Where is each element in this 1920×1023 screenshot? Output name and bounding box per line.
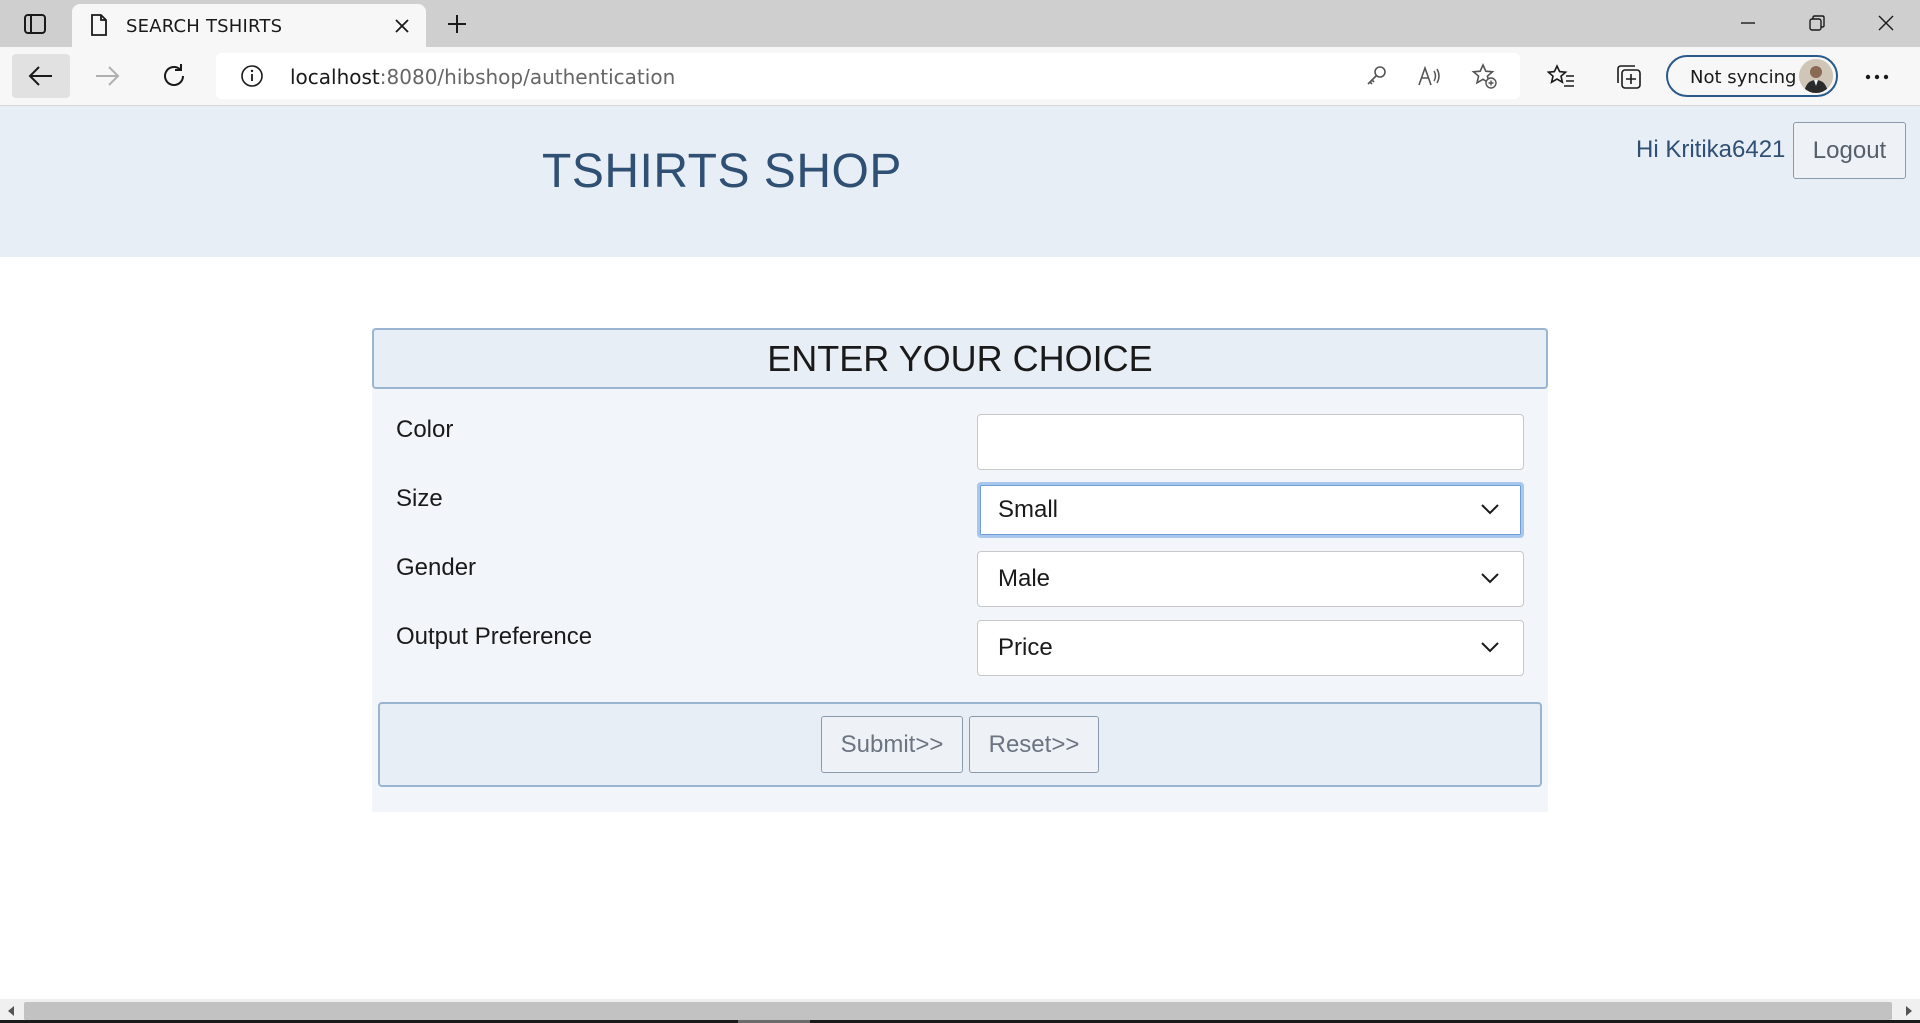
scrollbar-thumb[interactable] bbox=[24, 1002, 1892, 1020]
browser-toolbar: localhost:8080/hibshop/authentication No… bbox=[0, 47, 1920, 106]
size-value: Small bbox=[998, 496, 1059, 523]
more-options-icon[interactable] bbox=[1862, 62, 1892, 92]
output-preference-value: Price bbox=[998, 634, 1053, 661]
form-title: ENTER YOUR CHOICE bbox=[767, 338, 1153, 379]
scroll-right-icon[interactable] bbox=[1902, 1004, 1916, 1018]
output-preference-select[interactable]: Price bbox=[977, 620, 1524, 676]
tab-actions-icon[interactable] bbox=[18, 10, 52, 38]
reload-button[interactable] bbox=[145, 54, 203, 98]
logout-button[interactable]: Logout bbox=[1793, 122, 1906, 179]
tab-title: SEARCH TSHIRTS bbox=[126, 16, 283, 37]
page-icon bbox=[90, 14, 110, 38]
minimize-icon[interactable] bbox=[1728, 8, 1768, 38]
gender-label: Gender bbox=[396, 554, 477, 581]
read-aloud-icon[interactable] bbox=[1417, 63, 1443, 89]
chevron-down-icon bbox=[1481, 504, 1499, 515]
gender-select[interactable]: Male bbox=[977, 551, 1524, 607]
restore-icon[interactable] bbox=[1797, 8, 1837, 38]
form-header: ENTER YOUR CHOICE bbox=[372, 328, 1548, 389]
chevron-down-icon bbox=[1481, 642, 1499, 653]
form-actions: Submit>> Reset>> bbox=[378, 702, 1542, 787]
shop-title: TSHIRTS SHOP bbox=[542, 145, 902, 198]
gender-value: Male bbox=[998, 565, 1051, 592]
url-path: :8080/hibshop/authentication bbox=[379, 65, 676, 89]
size-select[interactable]: Small bbox=[977, 482, 1524, 538]
profile-avatar bbox=[1799, 59, 1833, 93]
scroll-left-icon[interactable] bbox=[4, 1004, 18, 1018]
sync-status-label: Not syncing bbox=[1690, 67, 1797, 88]
chevron-down-icon bbox=[1481, 573, 1499, 584]
color-label: Color bbox=[396, 416, 454, 443]
page-content: TSHIRTS SHOP Hi Kritika6421 Logout ENTER… bbox=[0, 106, 1920, 999]
submit-button[interactable]: Submit>> bbox=[821, 716, 963, 773]
collections-icon[interactable] bbox=[1614, 62, 1644, 92]
url-host: localhost bbox=[290, 65, 380, 89]
search-form-panel: ENTER YOUR CHOICE Color Size Small Gende… bbox=[372, 328, 1548, 812]
color-input[interactable] bbox=[977, 414, 1524, 470]
output-preference-label: Output Preference bbox=[396, 623, 593, 650]
reset-button[interactable]: Reset>> bbox=[969, 716, 1099, 773]
address-bar[interactable]: localhost:8080/hibshop/authentication bbox=[216, 53, 1520, 99]
user-greeting: Hi Kritika6421 bbox=[1636, 136, 1786, 163]
back-button[interactable] bbox=[12, 54, 70, 98]
key-icon[interactable] bbox=[1363, 63, 1389, 89]
site-info-icon[interactable] bbox=[240, 64, 264, 88]
url-text: localhost:8080/hibshop/authentication bbox=[290, 65, 675, 89]
add-favorite-icon[interactable] bbox=[1471, 63, 1497, 89]
new-tab-icon[interactable] bbox=[442, 10, 472, 38]
browser-tabstrip: SEARCH TSHIRTS bbox=[0, 0, 1920, 48]
close-window-icon[interactable] bbox=[1866, 8, 1906, 38]
profile-sync-button[interactable]: Not syncing bbox=[1666, 55, 1838, 97]
site-header: TSHIRTS SHOP Hi Kritika6421 Logout bbox=[0, 106, 1920, 257]
favorites-icon[interactable] bbox=[1546, 62, 1576, 92]
browser-tab-active[interactable]: SEARCH TSHIRTS bbox=[72, 4, 426, 48]
size-label: Size bbox=[396, 485, 443, 512]
close-tab-icon[interactable] bbox=[390, 14, 414, 38]
forward-button[interactable] bbox=[78, 54, 136, 98]
